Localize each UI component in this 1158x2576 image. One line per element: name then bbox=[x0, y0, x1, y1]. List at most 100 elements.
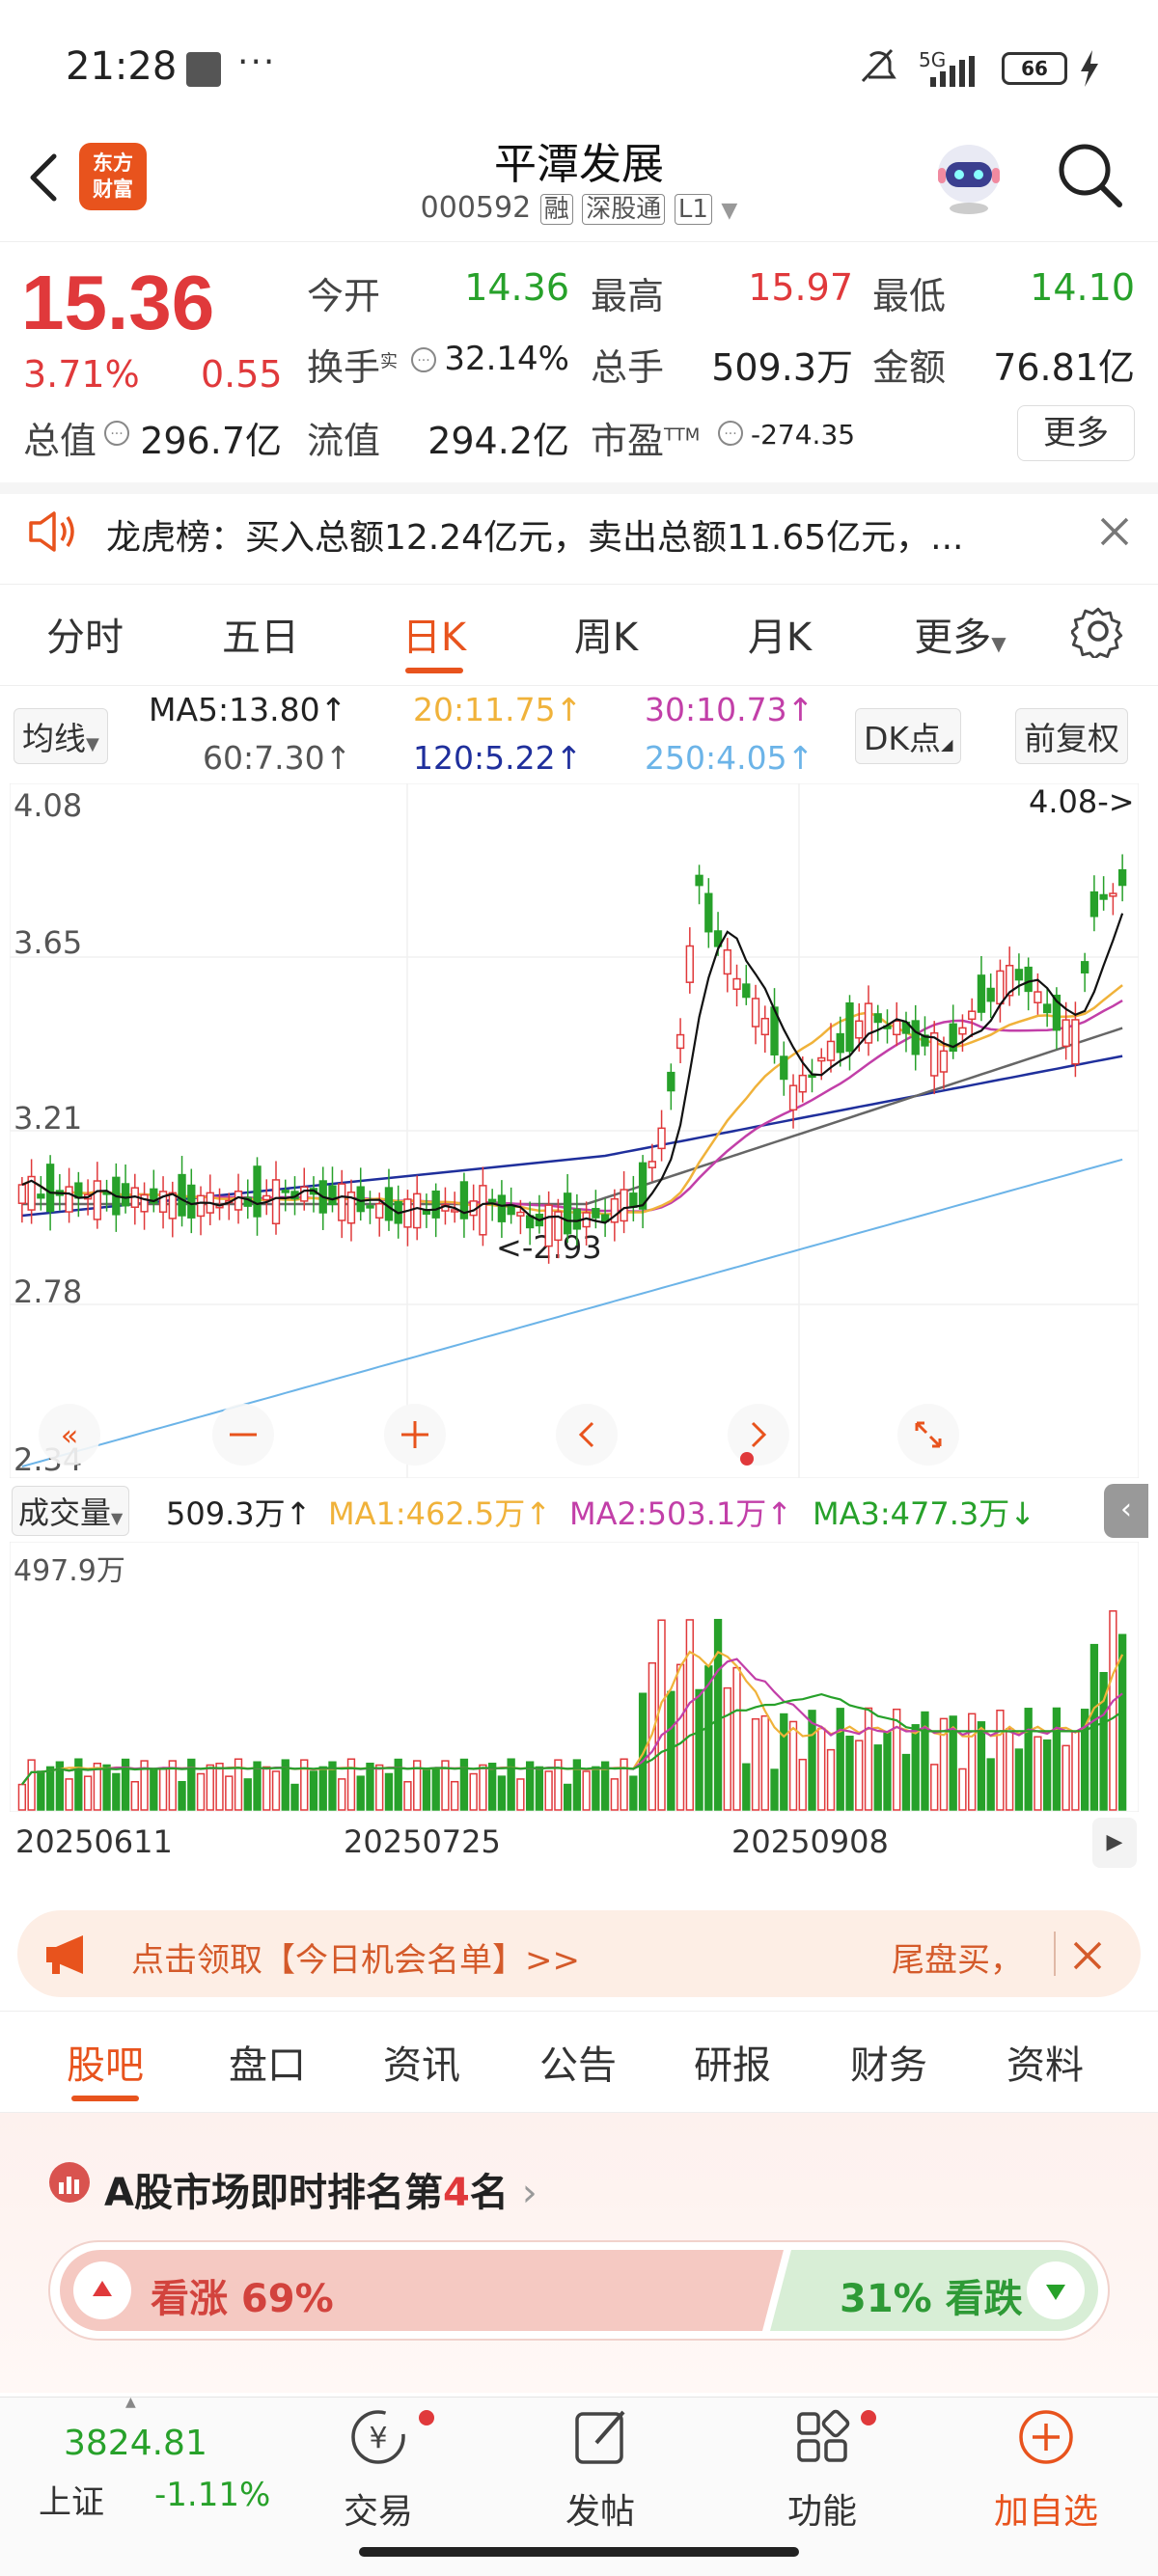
back-icon[interactable] bbox=[15, 143, 73, 212]
info-icon[interactable]: ··· bbox=[102, 419, 131, 448]
ranking-text[interactable]: A股市场即时排名第4名 › bbox=[104, 2161, 538, 2217]
volume-ma2-text: MA2:503.1万 bbox=[569, 1495, 767, 1532]
volume-bar bbox=[1062, 1744, 1070, 1811]
volume-bar bbox=[592, 1766, 600, 1811]
tab-weekly-k[interactable]: 周K bbox=[548, 606, 664, 662]
volume-bar bbox=[206, 1764, 214, 1811]
candle bbox=[1043, 1003, 1052, 1014]
candle bbox=[1014, 969, 1024, 981]
grid-apps-icon bbox=[797, 2409, 850, 2462]
tab-announcements[interactable]: 公告 bbox=[515, 2034, 641, 2090]
arrow-down-icon: ↓ bbox=[1009, 1495, 1036, 1532]
candle bbox=[431, 1190, 440, 1219]
zoom-out-button[interactable] bbox=[212, 1404, 274, 1466]
float-cap-label: 流值 bbox=[307, 420, 381, 462]
adjust-button[interactable]: 前复权 bbox=[1015, 708, 1128, 764]
candle bbox=[187, 1184, 196, 1219]
candle bbox=[544, 1204, 553, 1247]
stock-code-row[interactable]: 000592 融 深股通 L1 ▼ bbox=[386, 189, 772, 225]
nav-post[interactable]: 发帖 bbox=[533, 2404, 668, 2549]
candle bbox=[300, 1186, 309, 1202]
search-icon[interactable] bbox=[1052, 137, 1129, 214]
tab-monthly-k[interactable]: 月K bbox=[722, 606, 838, 662]
dk-point-button[interactable]: DK点◢ bbox=[855, 708, 962, 764]
arrow-up-icon: ↑ bbox=[324, 739, 352, 777]
arrow-up-icon: ↑ bbox=[786, 691, 814, 728]
kline-chart[interactable]: 4.08-> <-2.93 4.08 3.65 3.21 2.78 2.34 « bbox=[10, 783, 1139, 1478]
fast-back-button[interactable]: « bbox=[39, 1404, 100, 1466]
index-name[interactable]: 上证 bbox=[39, 2476, 104, 2523]
candle bbox=[178, 1173, 186, 1217]
step-right-button[interactable] bbox=[728, 1404, 789, 1466]
nav-trade[interactable]: ¥ 交易 bbox=[311, 2404, 446, 2549]
settings-gear-icon[interactable] bbox=[1071, 604, 1125, 658]
ma30-value: 30:10.73↑ bbox=[645, 691, 813, 728]
arrow-up-icon: ↑ bbox=[766, 1495, 793, 1532]
volume-bar bbox=[629, 1775, 638, 1811]
volume-bar bbox=[497, 1775, 507, 1811]
stock-code: 000592 bbox=[420, 191, 532, 225]
play-right-button[interactable]: ▶ bbox=[1092, 1818, 1137, 1868]
fullscreen-button[interactable] bbox=[897, 1404, 959, 1466]
ma-selector[interactable]: 均线▼ bbox=[14, 708, 108, 764]
app-logo[interactable]: 东方 财富 bbox=[79, 143, 147, 210]
tab-five-day[interactable]: 五日 bbox=[203, 606, 318, 662]
nav-add-watchlist[interactable]: 加自选 bbox=[979, 2404, 1114, 2549]
candle bbox=[507, 1205, 515, 1216]
tab-profile[interactable]: 资料 bbox=[982, 2034, 1108, 2090]
close-icon[interactable] bbox=[1098, 515, 1131, 548]
promo-text[interactable]: 点击领取【今日机会名单】>> bbox=[131, 1933, 580, 1981]
candle bbox=[996, 970, 1005, 1005]
more-button[interactable]: 更多 bbox=[1017, 405, 1135, 461]
info-icon[interactable]: ··· bbox=[716, 419, 745, 448]
close-icon[interactable] bbox=[1071, 1939, 1104, 1972]
volume-ma3: MA3:477.3万↓ bbox=[813, 1490, 1035, 1534]
volume-bar bbox=[770, 1768, 779, 1811]
tab-finance[interactable]: 财务 bbox=[826, 2034, 951, 2090]
svg-text:¥: ¥ bbox=[369, 2422, 387, 2455]
bullish-button[interactable] bbox=[73, 2261, 131, 2319]
index-change[interactable]: -1.11% bbox=[154, 2476, 270, 2514]
x-tick-label: 20250908 bbox=[731, 1823, 889, 1860]
bearish-button[interactable] bbox=[1027, 2261, 1085, 2319]
assistant-robot-icon[interactable] bbox=[930, 135, 1007, 216]
tab-pankou[interactable]: 盘口 bbox=[205, 2034, 330, 2090]
home-indicator[interactable] bbox=[359, 2547, 799, 2557]
candle bbox=[1024, 966, 1033, 993]
pe-sup: TTM bbox=[664, 425, 701, 446]
info-icon[interactable]: ··· bbox=[409, 345, 438, 374]
volume-current: 509.3万↑ bbox=[166, 1490, 311, 1534]
step-left-button[interactable] bbox=[556, 1404, 618, 1466]
tab-guba[interactable]: 股吧 bbox=[42, 2034, 168, 2090]
nav-functions[interactable]: 功能 bbox=[755, 2404, 890, 2549]
megaphone-icon bbox=[46, 1935, 83, 1974]
volume-chart[interactable]: 497.9万 bbox=[10, 1542, 1139, 1812]
candle bbox=[676, 1033, 685, 1050]
candle bbox=[65, 1186, 73, 1213]
volume-indicator-selector[interactable]: 成交量▼ bbox=[12, 1486, 130, 1536]
volume-bar bbox=[535, 1766, 544, 1811]
candle bbox=[723, 949, 731, 975]
bullish-label[interactable]: 看涨 69% bbox=[151, 2267, 334, 2323]
bearish-label[interactable]: 31% 看跌 bbox=[840, 2267, 1023, 2323]
volume-bar bbox=[977, 1721, 986, 1811]
volume-bar bbox=[732, 1666, 741, 1811]
collapse-panel-button[interactable]: ‹ bbox=[1104, 1484, 1148, 1538]
arrow-up-icon: ↑ bbox=[786, 739, 814, 777]
zoom-in-button[interactable] bbox=[384, 1404, 446, 1466]
volume-bar bbox=[65, 1778, 73, 1811]
tab-research[interactable]: 研报 bbox=[670, 2034, 795, 2090]
tab-more[interactable]: 更多▼ bbox=[897, 606, 1023, 662]
volume-bar bbox=[751, 1717, 760, 1811]
candle bbox=[751, 998, 760, 1028]
high-value: 15.97 bbox=[748, 266, 853, 309]
tab-news[interactable]: 资讯 bbox=[359, 2034, 484, 2090]
tab-daily-k[interactable]: 日K bbox=[376, 606, 492, 662]
volume-bar bbox=[798, 1758, 807, 1811]
promo-right-text[interactable]: 尾盘买， bbox=[892, 1933, 1023, 1981]
index-value[interactable]: 3824.81 bbox=[64, 2424, 207, 2463]
tab-intraday[interactable]: 分时 bbox=[27, 606, 143, 662]
volume-bar bbox=[930, 1764, 939, 1811]
candle bbox=[986, 987, 995, 1002]
notice-text[interactable]: 龙虎榜：买入总额12.24亿元，卖出总额11.65亿元，... bbox=[106, 509, 1033, 560]
